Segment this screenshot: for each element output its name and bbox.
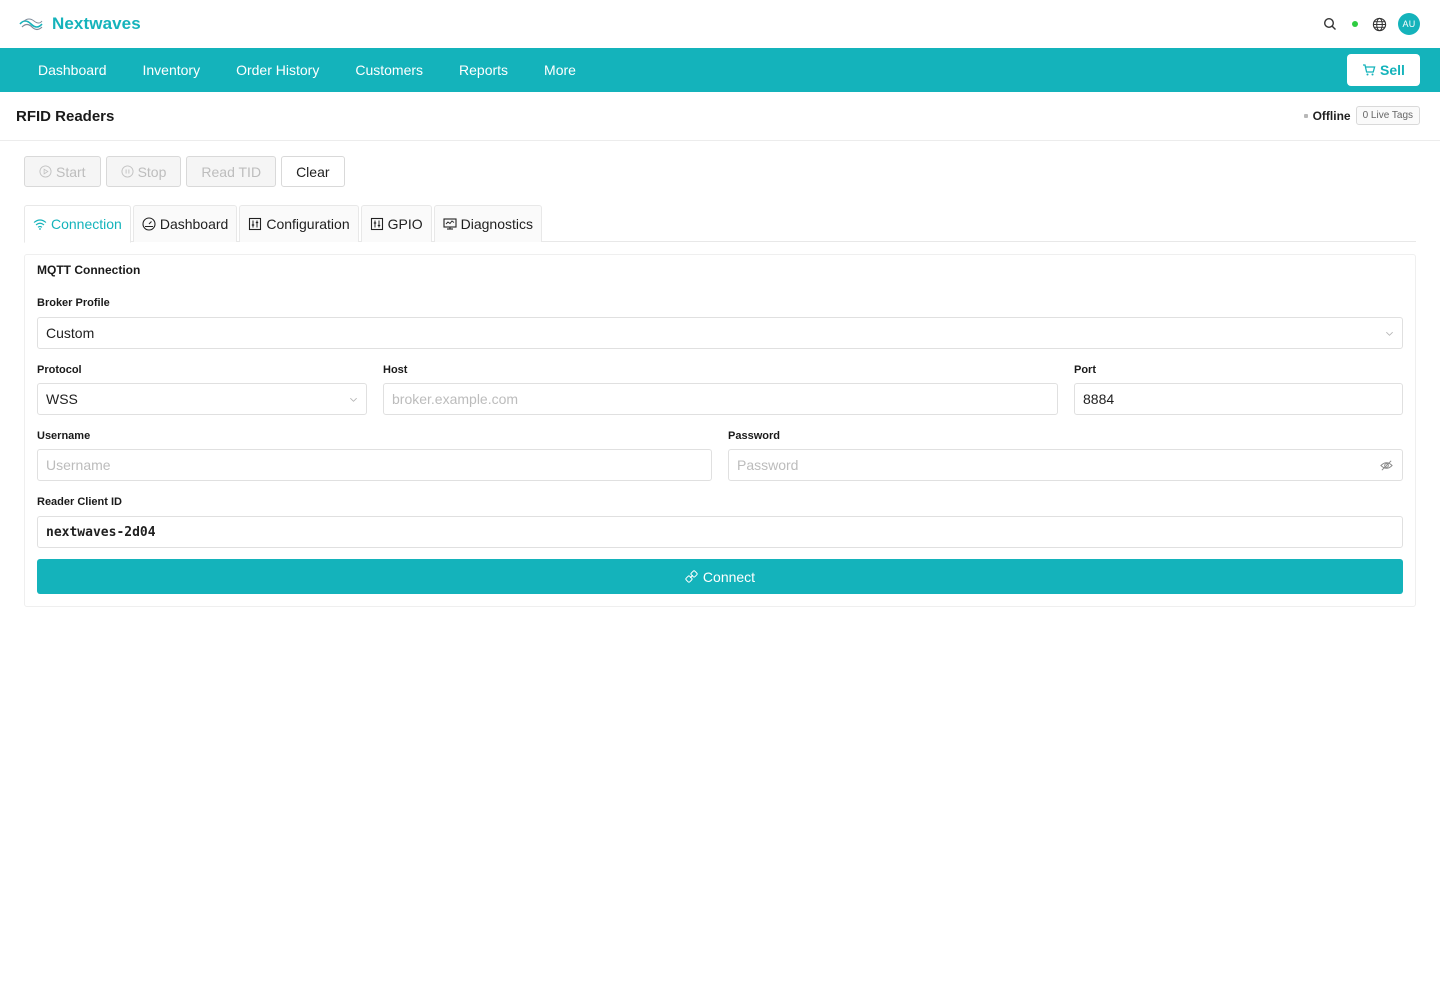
sliders-icon bbox=[249, 217, 262, 231]
chevron-down-icon bbox=[1386, 331, 1393, 336]
password-label: Password bbox=[728, 430, 780, 442]
broker-profile-value: Custom bbox=[46, 325, 95, 341]
monitor-icon bbox=[443, 218, 457, 230]
mqtt-connection-card: MQTT Connection Broker Profile Custom Pr… bbox=[24, 254, 1416, 607]
connect-button[interactable]: Connect bbox=[37, 559, 1403, 594]
page-title: RFID Readers bbox=[16, 108, 115, 125]
host-field[interactable] bbox=[383, 383, 1058, 415]
nav-item-dashboard[interactable]: Dashboard bbox=[20, 48, 125, 92]
tab-gpio-label: GPIO bbox=[387, 216, 423, 232]
cart-icon bbox=[1363, 64, 1376, 76]
tab-dashboard-label: Dashboard bbox=[159, 216, 229, 232]
tab-dashboard[interactable]: Dashboard bbox=[132, 205, 238, 242]
protocol-label: Protocol bbox=[37, 364, 82, 376]
gauge-icon bbox=[142, 217, 156, 231]
client-id-value: nextwaves-2d04 bbox=[46, 524, 156, 540]
brand[interactable]: Nextwaves bbox=[18, 12, 141, 36]
tab-diagnostics[interactable]: Diagnostics bbox=[433, 205, 542, 242]
start-button[interactable]: Start bbox=[24, 156, 101, 187]
host-label: Host bbox=[383, 364, 408, 376]
nav-item-order-history[interactable]: Order History bbox=[218, 48, 337, 92]
connect-label: Connect bbox=[702, 568, 756, 585]
avatar[interactable]: AU bbox=[1398, 13, 1420, 35]
broker-profile-label: Broker Profile bbox=[37, 297, 110, 309]
host-input[interactable] bbox=[392, 391, 1049, 407]
stop-label: Stop bbox=[137, 163, 167, 180]
client-id-label: Reader Client ID bbox=[37, 496, 122, 508]
broker-profile-select[interactable]: Custom bbox=[37, 317, 1403, 349]
tab-connection-label: Connection bbox=[51, 216, 122, 232]
port-value: 8884 bbox=[1083, 391, 1115, 407]
play-circle-icon bbox=[39, 165, 52, 178]
tab-configuration-label: Configuration bbox=[266, 216, 350, 232]
sell-button[interactable]: Sell bbox=[1347, 54, 1420, 86]
tab-configuration[interactable]: Configuration bbox=[239, 205, 359, 242]
reader-status: Offline 0 Live Tags bbox=[1303, 106, 1420, 125]
brand-logo-icon bbox=[19, 18, 43, 31]
read-tid-button[interactable]: Read TID bbox=[186, 156, 277, 187]
username-field[interactable] bbox=[37, 449, 712, 481]
read-tid-label: Read TID bbox=[201, 163, 262, 180]
live-tags-badge: 0 Live Tags bbox=[1355, 106, 1420, 125]
username-label: Username bbox=[37, 430, 91, 442]
search-icon[interactable] bbox=[1319, 13, 1341, 35]
link-icon bbox=[685, 570, 698, 583]
eye-off-icon[interactable] bbox=[1380, 459, 1393, 472]
protocol-value: WSS bbox=[46, 391, 78, 407]
top-icons: AU bbox=[1319, 13, 1420, 35]
chevron-down-icon bbox=[350, 397, 357, 402]
nav-item-customers[interactable]: Customers bbox=[337, 48, 441, 92]
tab-diagnostics-label: Diagnostics bbox=[460, 216, 533, 232]
wifi-icon bbox=[33, 219, 47, 230]
start-label: Start bbox=[56, 163, 86, 180]
status-text: Offline bbox=[1312, 108, 1351, 123]
port-field[interactable]: 8884 bbox=[1074, 383, 1403, 415]
port-label: Port bbox=[1074, 364, 1096, 376]
online-status-dot bbox=[1352, 21, 1358, 27]
nav-item-reports[interactable]: Reports bbox=[441, 48, 526, 92]
sell-label: Sell bbox=[1380, 62, 1405, 78]
reader-tabs: Connection Dashboard Configuration GPIO … bbox=[24, 205, 1416, 243]
nav-items: Dashboard Inventory Order History Custom… bbox=[20, 48, 594, 92]
password-input[interactable] bbox=[737, 457, 1394, 473]
brand-name: Nextwaves bbox=[52, 14, 141, 33]
top-bar: Nextwaves AU bbox=[0, 0, 1440, 48]
stop-button[interactable]: Stop bbox=[105, 156, 182, 187]
clear-label: Clear bbox=[296, 163, 330, 180]
tab-connection[interactable]: Connection bbox=[24, 205, 131, 243]
username-input[interactable] bbox=[46, 457, 703, 473]
pause-circle-icon bbox=[121, 165, 134, 178]
password-field[interactable] bbox=[728, 449, 1403, 481]
clear-button[interactable]: Clear bbox=[281, 156, 345, 187]
protocol-select[interactable]: WSS bbox=[37, 383, 367, 415]
globe-icon[interactable] bbox=[1368, 13, 1390, 35]
page-header: RFID Readers Offline 0 Live Tags bbox=[0, 92, 1440, 141]
gpio-icon bbox=[370, 217, 383, 231]
client-id-field[interactable]: nextwaves-2d04 bbox=[37, 516, 1403, 548]
tab-gpio[interactable]: GPIO bbox=[360, 205, 432, 242]
nav-item-more[interactable]: More bbox=[526, 48, 594, 92]
reader-actions: Start Stop Read TID Clear bbox=[24, 156, 345, 187]
nav-item-inventory[interactable]: Inventory bbox=[125, 48, 219, 92]
main-nav: Dashboard Inventory Order History Custom… bbox=[0, 48, 1440, 92]
card-title: MQTT Connection bbox=[37, 263, 141, 277]
offline-indicator bbox=[1303, 113, 1308, 118]
